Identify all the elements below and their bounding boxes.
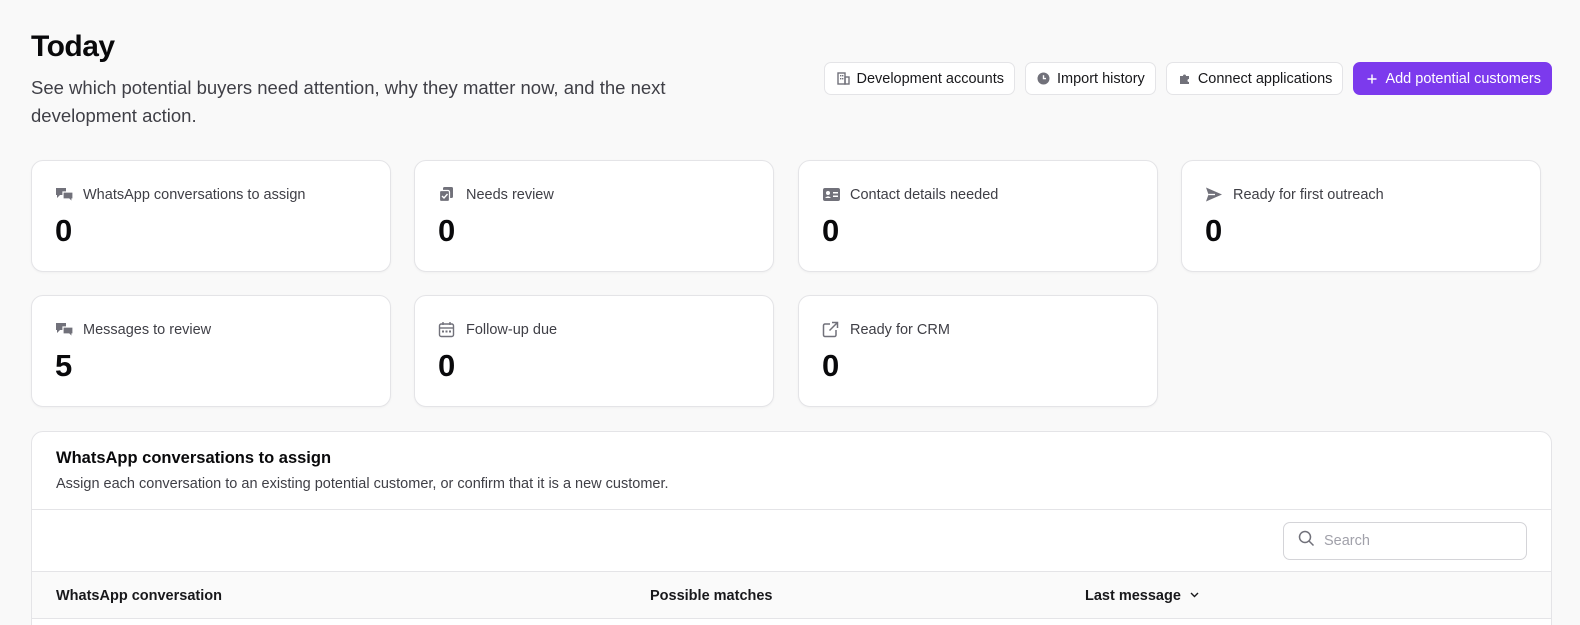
plus-icon	[1365, 72, 1379, 86]
import-history-label: Import history	[1056, 70, 1145, 87]
page-subtitle: See which potential buyers need attentio…	[31, 77, 666, 126]
page-header: Today See which potential buyers need at…	[31, 28, 731, 130]
chat-bubbles-icon	[55, 321, 74, 338]
stat-card-value: 5	[55, 348, 73, 383]
add-potential-customers-button[interactable]: Add potential customers	[1353, 62, 1552, 95]
panel-description: Assign each conversation to an existing …	[56, 476, 669, 492]
stat-card-messages-to-review[interactable]: Messages to review 5	[31, 295, 391, 407]
column-header-whatsapp-conversation[interactable]: WhatsApp conversation	[56, 588, 222, 604]
stat-card-value: 0	[1205, 213, 1223, 248]
header-actions: Development accounts Import history Conn…	[824, 62, 1552, 95]
development-accounts-label: Development accounts	[856, 70, 1004, 87]
panel-divider	[32, 509, 1551, 510]
stat-card-needs-review[interactable]: Needs review 0	[414, 160, 774, 272]
stat-card-value: 0	[438, 213, 456, 248]
stat-card-whatsapp-to-assign[interactable]: WhatsApp conversations to assign 0	[31, 160, 391, 272]
stat-card-label: WhatsApp conversations to assign	[83, 186, 306, 203]
column-header-label: WhatsApp conversation	[56, 588, 222, 604]
review-copy-icon	[438, 186, 457, 203]
connect-applications-label: Connect applications	[1197, 70, 1333, 87]
stat-card-label: Follow-up due	[466, 321, 558, 338]
stat-card-label: Ready for CRM	[850, 321, 950, 338]
chat-bubbles-icon	[55, 186, 74, 203]
external-link-icon	[822, 321, 841, 338]
panel-title: WhatsApp conversations to assign	[56, 449, 332, 467]
chevron-down-icon	[1189, 588, 1200, 604]
column-header-possible-matches[interactable]: Possible matches	[650, 588, 773, 604]
stat-card-value: 0	[822, 348, 840, 383]
development-accounts-button[interactable]: Development accounts	[824, 62, 1015, 95]
send-icon	[1205, 186, 1224, 203]
stat-card-label: Contact details needed	[850, 186, 999, 203]
puzzle-icon	[1178, 72, 1192, 86]
clock-icon	[1037, 72, 1051, 86]
connect-applications-button[interactable]: Connect applications	[1165, 62, 1344, 95]
stat-card-ready-first-outreach[interactable]: Ready for first outreach 0	[1181, 160, 1541, 272]
column-header-label: Possible matches	[650, 588, 773, 604]
stat-card-ready-for-crm[interactable]: Ready for CRM 0	[798, 295, 1158, 407]
stat-card-value: 0	[55, 213, 73, 248]
stat-card-label: Needs review	[466, 186, 554, 203]
stat-card-label: Messages to review	[83, 321, 212, 338]
column-header-label: Last message	[1085, 588, 1181, 604]
contact-card-icon	[822, 186, 841, 203]
column-header-last-message[interactable]: Last message	[1085, 588, 1200, 604]
import-history-button[interactable]: Import history	[1024, 62, 1156, 95]
search-input[interactable]	[1324, 533, 1514, 549]
building-icon	[836, 72, 850, 86]
stat-card-contact-details-needed[interactable]: Contact details needed 0	[798, 160, 1158, 272]
calendar-icon	[438, 321, 457, 338]
whatsapp-assign-panel: WhatsApp conversations to assign Assign …	[31, 431, 1552, 625]
stat-card-value: 0	[822, 213, 840, 248]
search-box[interactable]	[1283, 522, 1527, 560]
add-potential-customers-label: Add potential customers	[1385, 70, 1541, 87]
stat-card-value: 0	[438, 348, 456, 383]
page-title: Today	[31, 30, 115, 63]
stat-card-label: Ready for first outreach	[1233, 186, 1384, 203]
table-header: WhatsApp conversation Possible matches L…	[32, 571, 1551, 619]
stat-card-follow-up-due[interactable]: Follow-up due 0	[414, 295, 774, 407]
search-icon	[1298, 530, 1315, 552]
